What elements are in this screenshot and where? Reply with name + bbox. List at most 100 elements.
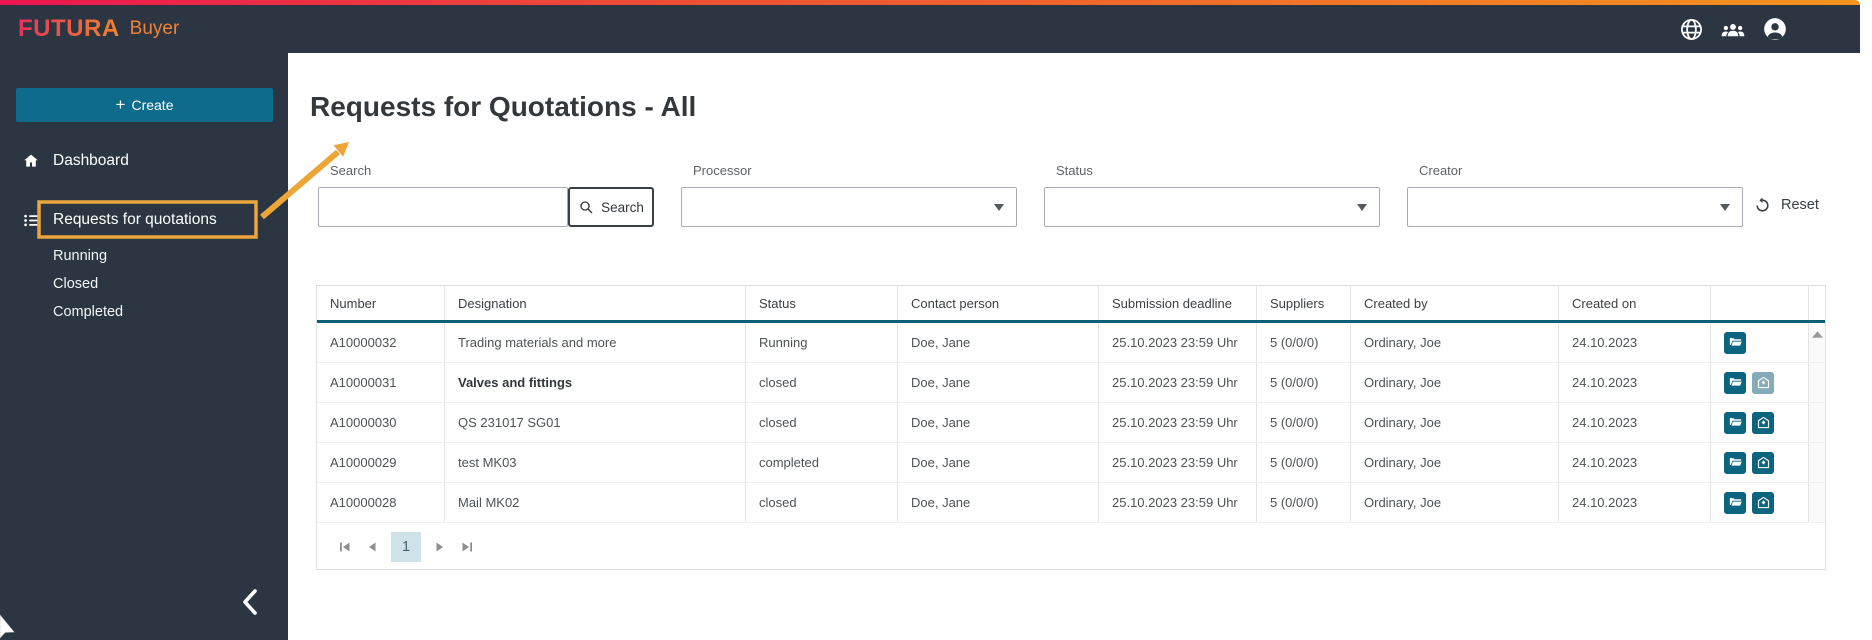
cell-created-by: Ordinary, Joe (1351, 323, 1559, 362)
cell-status: closed (746, 403, 898, 442)
open-folder-icon[interactable] (1724, 491, 1746, 514)
page-title: Requests for Quotations - All (310, 91, 697, 122)
search-button[interactable]: Search (568, 187, 654, 227)
top-bar: FUTURA Buyer (0, 5, 1860, 53)
scrollbar-track[interactable] (1809, 483, 1825, 522)
globe-icon[interactable] (1678, 16, 1704, 42)
sidebar-item-dashboard[interactable]: Dashboard (0, 146, 288, 176)
groups-icon[interactable] (1720, 16, 1746, 42)
status-label: Status (1056, 163, 1093, 178)
previous-page-button[interactable] (364, 539, 380, 555)
table-row[interactable]: A10000028 Mail MK02 closed Doe, Jane 25.… (317, 483, 1825, 523)
last-page-button[interactable] (459, 539, 475, 555)
table-row[interactable]: A10000029 test MK03 completed Doe, Jane … (317, 443, 1825, 483)
page-number-button[interactable]: 1 (391, 532, 421, 562)
sidebar-item-closed[interactable]: Closed (0, 271, 288, 297)
status-dropdown[interactable] (1044, 187, 1380, 227)
open-envelope-icon[interactable] (1752, 451, 1774, 474)
column-header-created-on[interactable]: Created on (1559, 286, 1711, 320)
open-envelope-icon[interactable] (1752, 371, 1774, 394)
cell-suppliers: 5 (0/0/0) (1257, 363, 1351, 402)
scrollbar-track[interactable] (1809, 443, 1825, 482)
cell-designation: QS 231017 SG01 (445, 403, 746, 442)
cell-number: A10000029 (317, 443, 445, 482)
column-header-suppliers[interactable]: Suppliers (1257, 286, 1351, 320)
cell-contact-person: Doe, Jane (898, 403, 1099, 442)
table-row[interactable]: A10000031 Valves and fittings closed Doe… (317, 363, 1825, 403)
create-button[interactable]: + Create (16, 88, 273, 122)
scrollbar-track[interactable] (1809, 323, 1825, 362)
cell-actions (1711, 323, 1809, 362)
filter-search: Search Search (318, 163, 654, 227)
scroll-up-icon[interactable] (1811, 331, 1823, 338)
open-folder-icon[interactable] (1724, 451, 1746, 474)
cell-created-by: Ordinary, Joe (1351, 443, 1559, 482)
column-header-contact-person[interactable]: Contact person (898, 286, 1099, 320)
cell-suppliers: 5 (0/0/0) (1257, 483, 1351, 522)
search-label: Search (330, 163, 372, 178)
filter-creator: Creator (1407, 163, 1743, 227)
brand-name: FUTURA (18, 15, 120, 42)
home-icon (22, 152, 40, 170)
column-header-actions (1711, 286, 1809, 320)
open-envelope-icon[interactable] (1752, 411, 1774, 434)
cell-created-on: 24.10.2023 (1559, 323, 1711, 362)
sidebar-item-label: Dashboard (53, 152, 129, 169)
open-folder-icon[interactable] (1724, 371, 1746, 394)
sidebar-item-requests-for-quotations[interactable]: Requests for quotations (0, 205, 288, 235)
cell-designation: Mail MK02 (445, 483, 746, 522)
column-header-status[interactable]: Status (746, 286, 898, 320)
cell-number: A10000031 (317, 363, 445, 402)
cell-contact-person: Doe, Jane (898, 443, 1099, 482)
create-button-label: Create (131, 97, 174, 113)
open-folder-icon[interactable] (1724, 411, 1746, 434)
cell-actions (1711, 403, 1809, 442)
cell-actions (1711, 363, 1809, 402)
scrollbar-track[interactable] (1809, 363, 1825, 402)
column-header-submission-deadline[interactable]: Submission deadline (1099, 286, 1257, 320)
sidebar-item-completed[interactable]: Completed (0, 299, 288, 325)
app-root: FUTURA Buyer + Create Dashboard Requests… (0, 0, 1872, 640)
cell-submission-deadline: 25.10.2023 23:59 Uhr (1099, 323, 1257, 362)
sidebar-subitem-label: Closed (53, 276, 99, 292)
search-input[interactable] (318, 187, 568, 227)
first-page-button[interactable] (337, 539, 353, 555)
cell-suppliers: 5 (0/0/0) (1257, 443, 1351, 482)
table-row[interactable]: A10000032 Trading materials and more Run… (317, 323, 1825, 363)
table-row[interactable]: A10000030 QS 231017 SG01 closed Doe, Jan… (317, 403, 1825, 443)
column-header-designation[interactable]: Designation (445, 286, 746, 320)
cell-created-by: Ordinary, Joe (1351, 403, 1559, 442)
cell-actions (1711, 483, 1809, 522)
scrollbar-track[interactable] (1809, 403, 1825, 442)
cell-submission-deadline: 25.10.2023 23:59 Uhr (1099, 483, 1257, 522)
column-header-created-by[interactable]: Created by (1351, 286, 1559, 320)
filter-processor: Processor (681, 163, 1017, 227)
cell-contact-person: Doe, Jane (898, 483, 1099, 522)
sidebar-item-running[interactable]: Running (0, 243, 288, 269)
processor-label: Processor (693, 163, 752, 178)
open-envelope-icon[interactable] (1752, 491, 1774, 514)
cell-submission-deadline: 25.10.2023 23:59 Uhr (1099, 403, 1257, 442)
next-page-button[interactable] (432, 539, 448, 555)
processor-dropdown[interactable] (681, 187, 1017, 227)
reset-icon (1756, 197, 1769, 212)
cell-created-on: 24.10.2023 (1559, 363, 1711, 402)
list-icon (22, 211, 40, 229)
main-content: Requests for Quotations - All Search Sea… (288, 53, 1872, 640)
creator-dropdown[interactable] (1407, 187, 1743, 227)
reset-button-label: Reset (1781, 196, 1819, 213)
app-logo: FUTURA Buyer (18, 5, 179, 53)
open-folder-icon[interactable] (1724, 331, 1746, 354)
chevron-down-icon (1720, 203, 1730, 211)
column-header-number[interactable]: Number (317, 286, 445, 320)
cell-status: completed (746, 443, 898, 482)
cell-status: closed (746, 483, 898, 522)
reset-button[interactable]: Reset (1753, 195, 1819, 214)
chevron-down-icon (994, 203, 1004, 211)
brand-gradient-strip (0, 0, 1860, 5)
scrollbar-header-gap (1809, 286, 1825, 320)
account-icon[interactable] (1762, 16, 1788, 42)
chevron-left-icon (243, 589, 257, 615)
sidebar-collapse-button[interactable] (236, 585, 266, 619)
cell-created-on: 24.10.2023 (1559, 443, 1711, 482)
